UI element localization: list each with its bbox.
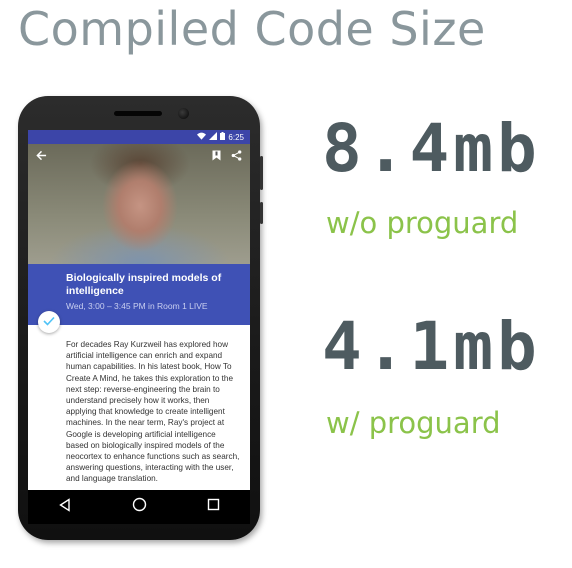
nav-recents-icon[interactable] [207, 498, 220, 516]
phone-speaker [114, 111, 162, 116]
phone-device: 6:25 Biologically inspired models of int… [18, 96, 263, 540]
add-to-schedule-button[interactable] [38, 311, 60, 333]
session-description: For decades Ray Kurzweil has explored ho… [66, 340, 240, 484]
navigation-bar [28, 490, 250, 524]
session-header: Biologically inspired models of intellig… [28, 264, 250, 325]
phone-camera [178, 108, 189, 119]
phone-screen: 6:25 Biologically inspired models of int… [28, 130, 250, 524]
slide-title: Compiled Code Size [18, 2, 486, 56]
wifi-icon [197, 132, 207, 142]
share-icon[interactable] [231, 148, 242, 166]
session-time-room: Wed, 3:00 – 3:45 PM in Room 1 LIVE [66, 301, 208, 311]
bookmark-icon[interactable] [212, 148, 221, 166]
session-title: Biologically inspired models of intellig… [66, 272, 222, 297]
status-bar: 6:25 [28, 130, 250, 144]
arrow-back-icon[interactable] [36, 148, 47, 166]
hero-toolbar [28, 144, 250, 170]
size-without-proguard: 8.4mb [322, 110, 541, 187]
status-time: 6:25 [228, 132, 244, 142]
caption-with-proguard: w/ proguard [326, 406, 501, 440]
size-with-proguard: 4.1mb [322, 308, 541, 385]
nav-back-icon[interactable] [58, 497, 72, 517]
nav-home-icon[interactable] [132, 497, 147, 517]
caption-without-proguard: w/o proguard [326, 206, 519, 240]
battery-icon [220, 132, 226, 142]
check-icon [43, 313, 55, 331]
power-button [260, 202, 263, 224]
signal-icon [209, 132, 218, 142]
volume-button [260, 156, 263, 190]
speaker-photo [28, 144, 250, 264]
